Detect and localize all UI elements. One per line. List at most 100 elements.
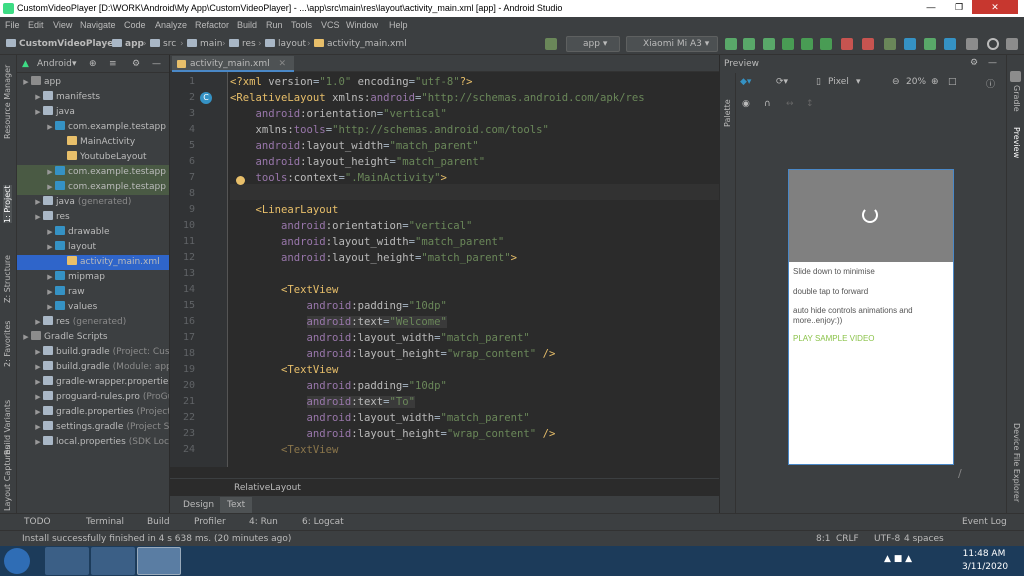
expand-arrow-icon[interactable]: ▶: [33, 345, 43, 360]
device-icon[interactable]: ▯: [816, 77, 821, 87]
preview-device-select[interactable]: Pixel: [828, 77, 849, 87]
maximize-button[interactable]: ❐: [946, 0, 972, 14]
zoom-in-icon[interactable]: ⊕: [931, 77, 939, 87]
caret-position[interactable]: 8:1: [816, 531, 830, 547]
expand-arrow-icon[interactable]: ▶: [33, 210, 43, 225]
menu-refactor[interactable]: Refactor: [195, 17, 229, 33]
expand-arrow-icon[interactable]: ▶: [33, 420, 43, 435]
tab-text[interactable]: Text: [220, 497, 253, 513]
palette-tab[interactable]: Palette: [723, 99, 732, 127]
breadcrumb-file[interactable]: activity_main.xml: [314, 33, 407, 55]
file-encoding[interactable]: UTF-8: [874, 531, 900, 547]
status-message[interactable]: Install successfully finished in 4 s 638…: [22, 531, 291, 547]
expand-arrow-icon[interactable]: ▶: [21, 75, 31, 90]
target-icon[interactable]: ⊕: [89, 55, 97, 73]
avd-manager-icon[interactable]: [904, 38, 916, 50]
tree-item[interactable]: ▶ local.properties(SDK Location): [17, 435, 169, 450]
tree-item[interactable]: activity_main.xml: [17, 255, 169, 270]
expand-arrow-icon[interactable]: ▶: [33, 360, 43, 375]
expand-arrow-icon[interactable]: ▶: [21, 330, 31, 345]
code-editor[interactable]: <?xml version="1.0" encoding="utf-8"?> <…: [230, 72, 719, 467]
device-select[interactable]: Xiaomi Mi A3 ▾: [626, 36, 718, 52]
run-tab[interactable]: 4: Run: [249, 514, 278, 531]
tree-item[interactable]: ▶ values: [17, 300, 169, 315]
device-file-explorer-tab[interactable]: Device File Explorer: [1012, 423, 1021, 502]
menu-analyze[interactable]: Analyze: [155, 17, 187, 33]
resize-handle-icon[interactable]: ∕: [958, 467, 962, 480]
expand-arrow-icon[interactable]: ▶: [33, 195, 43, 210]
menu-run[interactable]: Run: [266, 17, 283, 33]
gradle-tab[interactable]: Gradle: [1012, 85, 1021, 112]
tree-item[interactable]: ▶ raw: [17, 285, 169, 300]
breadcrumb-app[interactable]: app: [112, 33, 144, 55]
attach-debugger-icon[interactable]: [801, 38, 813, 50]
file-explorer-taskbar-icon[interactable]: [45, 547, 89, 575]
expand-arrow-icon[interactable]: ▶: [45, 120, 55, 135]
close-button[interactable]: ✕: [972, 0, 1018, 14]
expand-vertical-icon[interactable]: ↕: [806, 99, 814, 109]
menu-build[interactable]: Build: [237, 17, 257, 33]
expand-arrow-icon[interactable]: ▶: [33, 315, 43, 330]
tree-item[interactable]: ▶gradle-wrapper.properties(Gradle Versio…: [17, 375, 169, 390]
tree-item[interactable]: ▶ settings.gradle(Project Settings): [17, 420, 169, 435]
menu-file[interactable]: File: [5, 17, 20, 33]
menu-tools[interactable]: Tools: [291, 17, 312, 33]
clock-date[interactable]: 3/11/2020: [962, 562, 1008, 572]
structure-tab[interactable]: Z: Structure: [3, 255, 12, 303]
expand-arrow-icon[interactable]: ▶: [45, 270, 55, 285]
menu-window[interactable]: Window: [346, 17, 378, 33]
apply-changes-icon[interactable]: [725, 38, 737, 50]
hammer-icon[interactable]: [545, 38, 557, 50]
tree-item[interactable]: ▶ Gradle Scripts: [17, 330, 169, 345]
expand-arrow-icon[interactable]: ▶: [33, 435, 43, 450]
editor-breadcrumb[interactable]: RelativeLayout: [170, 478, 719, 496]
tab-design[interactable]: Design: [176, 497, 221, 513]
breadcrumb-main[interactable]: main: [187, 33, 223, 55]
hide-panel-icon[interactable]: —: [152, 55, 161, 73]
expand-arrow-icon[interactable]: ▶: [45, 240, 55, 255]
resource-manager-tab[interactable]: Resource Manager: [3, 65, 12, 139]
line-separator[interactable]: CRLF: [836, 531, 859, 547]
expand-arrow-icon[interactable]: ▶: [33, 90, 43, 105]
zoom-out-icon[interactable]: ⊖: [892, 77, 900, 87]
tree-item[interactable]: ▶ mipmap: [17, 270, 169, 285]
profile-icon[interactable]: [782, 38, 794, 50]
tab-activity-main[interactable]: activity_main.xml ✕: [172, 56, 295, 72]
expand-arrow-icon[interactable]: ▶: [45, 180, 55, 195]
expand-arrow-icon[interactable]: ▶: [45, 285, 55, 300]
layout-captures-tab[interactable]: Layout Captures: [3, 445, 12, 511]
expand-arrow-icon[interactable]: ▶: [33, 105, 43, 120]
menu-edit[interactable]: Edit: [28, 17, 44, 33]
stop-icon[interactable]: [841, 38, 853, 50]
debug-icon[interactable]: [763, 38, 775, 50]
favorites-tab[interactable]: 2: Favorites: [3, 321, 12, 367]
sdk-manager-icon[interactable]: [924, 38, 936, 50]
indent-setting[interactable]: 4 spaces: [904, 531, 944, 547]
sync-gradle-icon[interactable]: [884, 38, 896, 50]
preview-hide-icon[interactable]: —: [988, 58, 997, 68]
orientation-icon[interactable]: ⟳▾: [776, 77, 788, 87]
device-preview[interactable]: Slide down to minimise double tap to for…: [788, 169, 954, 465]
info-icon[interactable]: ⓘ: [986, 77, 995, 90]
preview-settings-icon[interactable]: ⚙: [970, 58, 978, 68]
tree-item[interactable]: ▶ res (generated): [17, 315, 169, 330]
expand-arrow-icon[interactable]: ▶: [45, 225, 55, 240]
layout-inspector-icon[interactable]: [944, 38, 956, 50]
breadcrumb-res[interactable]: res: [229, 33, 256, 55]
stop-all-icon[interactable]: [862, 38, 874, 50]
tree-item[interactable]: ▶ manifests: [17, 90, 169, 105]
menu-vcs[interactable]: VCS: [321, 17, 340, 33]
logcat-tab[interactable]: 6: Logcat: [302, 514, 344, 531]
tree-item[interactable]: ▶ build.gradle(Project: CustomVideoPlayer…: [17, 345, 169, 360]
profiler-tab[interactable]: Profiler: [194, 514, 226, 531]
tree-item[interactable]: ▶ java: [17, 105, 169, 120]
tray-icons[interactable]: ▲ ■ ▲: [884, 554, 912, 564]
chrome-taskbar-icon[interactable]: [91, 547, 135, 575]
coverage-icon[interactable]: [820, 38, 832, 50]
menu-navigate[interactable]: Navigate: [80, 17, 116, 33]
tree-item[interactable]: ▶ proguard-rules.pro(ProGuard Rules): [17, 390, 169, 405]
project-view-select[interactable]: Android: [37, 55, 72, 73]
tree-item[interactable]: ▶ java (generated): [17, 195, 169, 210]
tree-item[interactable]: ▶ drawable: [17, 225, 169, 240]
search-icon[interactable]: [987, 38, 999, 50]
